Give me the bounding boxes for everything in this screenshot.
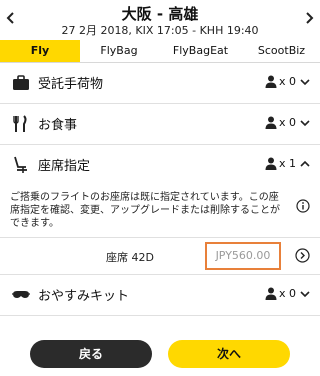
person-icon bbox=[265, 287, 277, 300]
sleep-mask-icon bbox=[12, 286, 30, 304]
chevron-up-icon[interactable] bbox=[300, 160, 310, 168]
suitcase-icon bbox=[12, 74, 30, 92]
add-ons-screen: 大阪 - 高雄 27 2月 2018, KIX 17:05 - KHH 19:4… bbox=[0, 0, 320, 376]
chevron-down-icon[interactable] bbox=[300, 119, 310, 127]
seat-description-text: ご搭乗のフライトのお座席は既に指定されています。この座席指定を確認、変更、アップ… bbox=[10, 192, 280, 229]
route-title: 大阪 - 高雄 bbox=[121, 5, 199, 23]
info-icon[interactable] bbox=[296, 199, 310, 213]
fare-tabs: Fly FlyBag FlyBagEat ScootBiz bbox=[0, 40, 320, 63]
flight-header: 大阪 - 高雄 27 2月 2018, KIX 17:05 - KHH 19:4… bbox=[0, 0, 320, 40]
section-label: おやすみキット bbox=[38, 289, 130, 304]
seat-description: ご搭乗のフライトのお座席は既に指定されています。この座席指定を確認、変更、アップ… bbox=[0, 185, 320, 237]
count-text: x 0 bbox=[278, 287, 296, 300]
footer-actions: 戻る 次へ bbox=[0, 332, 320, 376]
tab-scootbiz[interactable]: ScootBiz bbox=[243, 40, 320, 62]
passenger-count: x 1 bbox=[265, 157, 310, 170]
fork-knife-icon bbox=[12, 115, 30, 133]
tab-fly[interactable]: Fly bbox=[0, 40, 80, 62]
section-label: お食事 bbox=[38, 118, 78, 133]
section-baggage[interactable]: 受託手荷物 x 0 bbox=[0, 63, 320, 104]
section-label: 受託手荷物 bbox=[38, 77, 104, 92]
passenger-count: x 0 bbox=[265, 116, 310, 129]
chevron-down-icon[interactable] bbox=[300, 290, 310, 298]
flight-date-time: 27 2月 2018, KIX 17:05 - KHH 19:40 bbox=[61, 24, 259, 37]
count-text: x 0 bbox=[278, 116, 296, 129]
tab-flybag[interactable]: FlyBag bbox=[80, 40, 158, 62]
count-text: x 0 bbox=[278, 75, 296, 88]
next-button[interactable]: 次へ bbox=[168, 340, 290, 368]
seat-number: 座席 42D bbox=[106, 251, 154, 264]
person-icon bbox=[265, 157, 277, 170]
next-flight-chevron-icon[interactable] bbox=[302, 10, 316, 26]
back-button[interactable]: 戻る bbox=[30, 340, 152, 368]
chevron-down-icon[interactable] bbox=[300, 78, 310, 86]
section-label: 座席指定 bbox=[38, 159, 91, 174]
seat-price: JPY560.00 bbox=[205, 242, 281, 270]
passenger-count: x 0 bbox=[265, 287, 310, 300]
person-icon bbox=[265, 75, 277, 88]
seat-selection-row[interactable]: 座席 42D JPY560.00 bbox=[0, 237, 320, 275]
passenger-count: x 0 bbox=[265, 75, 310, 88]
section-seat[interactable]: 座席指定 x 1 bbox=[0, 145, 320, 185]
chevron-right-circle-icon[interactable] bbox=[295, 248, 310, 263]
section-meal[interactable]: お食事 x 0 bbox=[0, 104, 320, 145]
section-rest-kit[interactable]: おやすみキット x 0 bbox=[0, 275, 320, 316]
count-text: x 1 bbox=[278, 157, 296, 170]
seat-icon bbox=[12, 156, 30, 174]
person-icon bbox=[265, 116, 277, 129]
tab-flybageat[interactable]: FlyBagEat bbox=[158, 40, 243, 62]
